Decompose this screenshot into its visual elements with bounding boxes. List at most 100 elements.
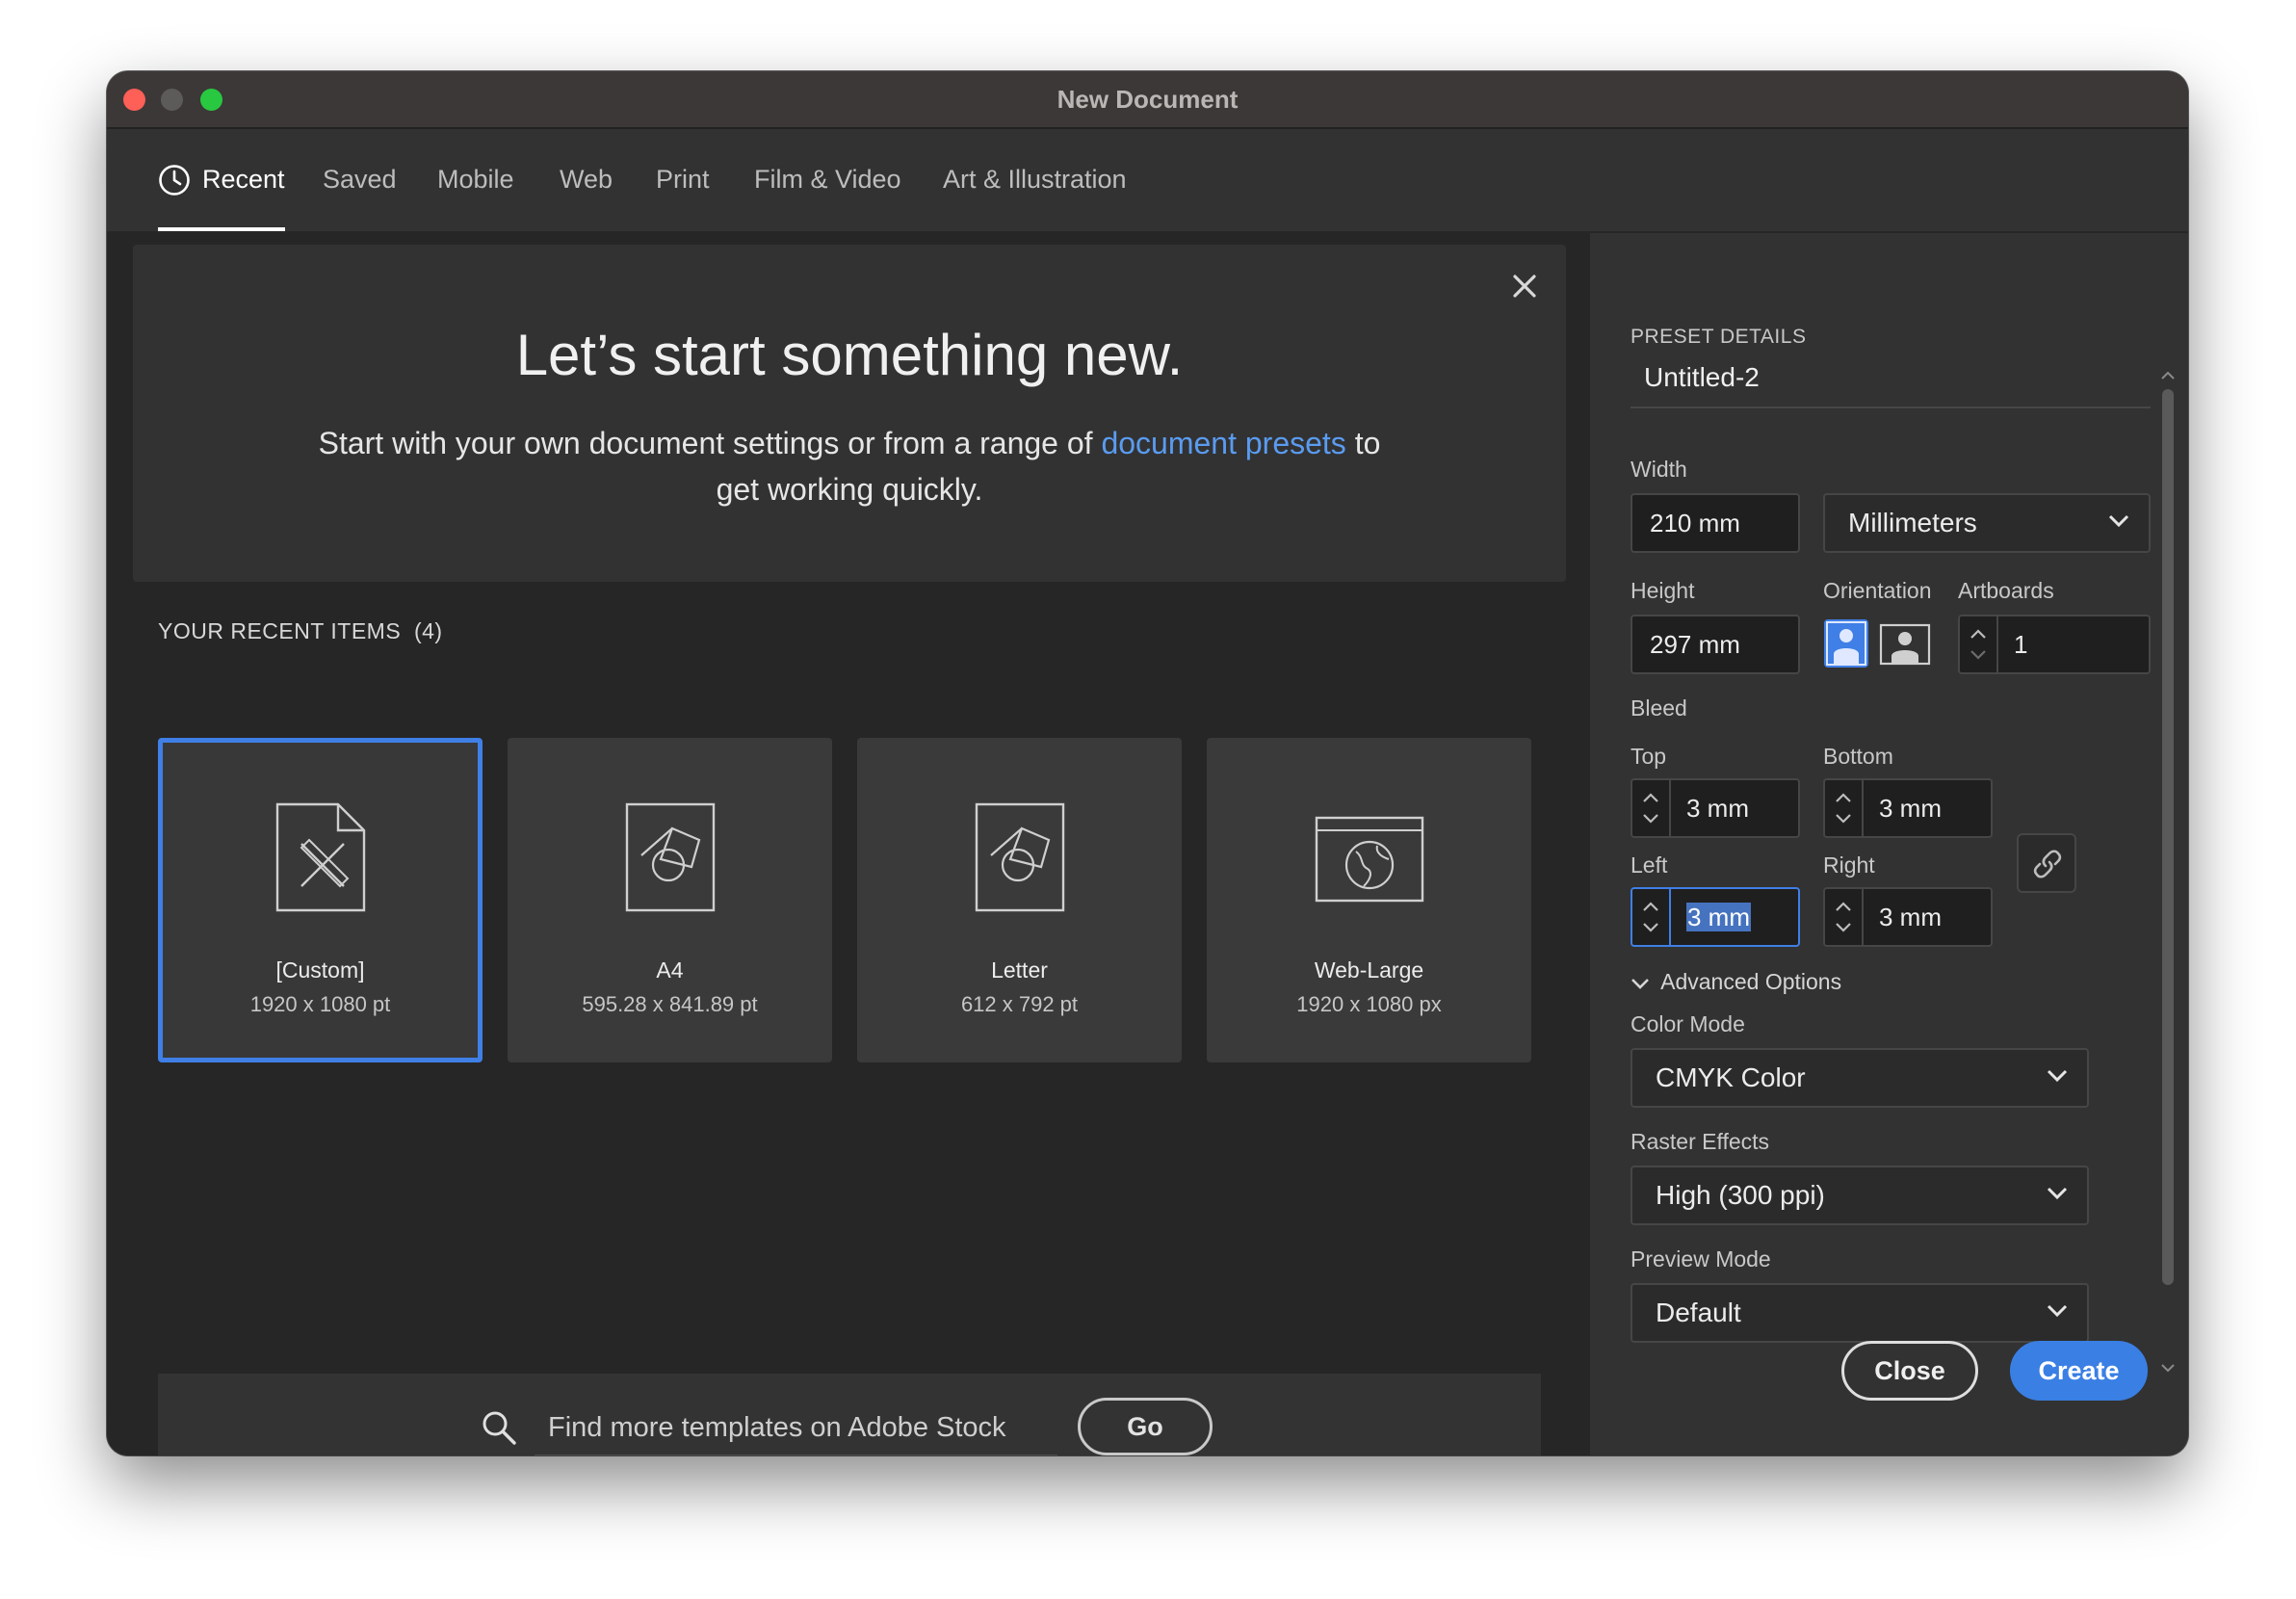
- recent-item-a4[interactable]: A4 595.28 x 841.89 pt: [508, 738, 832, 1062]
- close-icon[interactable]: [1508, 270, 1541, 302]
- document-presets-link[interactable]: document presets: [1101, 426, 1345, 460]
- preview-mode-value: Default: [1656, 1298, 1741, 1327]
- stepper-arrows[interactable]: [1960, 616, 1998, 672]
- stepper-arrows[interactable]: [1632, 889, 1671, 945]
- bleed-right-value[interactable]: 3 mm: [1879, 889, 1942, 945]
- height-field[interactable]: 297 mm: [1631, 615, 1800, 674]
- bleed-right-label: Right: [1823, 852, 1875, 878]
- recent-item-size: 1920 x 1080 px: [1296, 992, 1442, 1016]
- preview-mode-select[interactable]: Default: [1631, 1283, 2089, 1343]
- tab-art-illustration[interactable]: Art & Illustration: [943, 150, 1127, 208]
- bleed-top-value[interactable]: 3 mm: [1686, 780, 1749, 836]
- close-button[interactable]: Close: [1841, 1341, 1978, 1401]
- chevron-up-icon: [1836, 793, 1851, 802]
- tab-label: Recent: [202, 165, 285, 194]
- scroll-up-icon[interactable]: [2160, 370, 2176, 381]
- artboards-label: Artboards: [1958, 578, 2054, 603]
- landscape-orientation-button[interactable]: [1878, 619, 1932, 668]
- recent-item-size: 595.28 x 841.89 pt: [582, 992, 758, 1016]
- bleed-bottom-label: Bottom: [1823, 744, 1893, 769]
- go-button[interactable]: Go: [1078, 1398, 1213, 1455]
- stepper-arrows[interactable]: [1632, 780, 1671, 836]
- preview-mode-label: Preview Mode: [1631, 1246, 1771, 1271]
- link-icon: [2033, 850, 2062, 878]
- portrait-orientation-button[interactable]: [1824, 619, 1868, 668]
- bleed-left-stepper[interactable]: 3 mm: [1631, 887, 1800, 947]
- recent-item-web-large[interactable]: Web-Large 1920 x 1080 px: [1207, 738, 1531, 1062]
- recent-item-letter[interactable]: Letter 612 x 792 pt: [857, 738, 1182, 1062]
- raster-effects-value: High (300 ppi): [1656, 1180, 1825, 1210]
- bleed-top-stepper[interactable]: 3 mm: [1631, 778, 1800, 838]
- raster-effects-select[interactable]: High (300 ppi): [1631, 1166, 2089, 1225]
- width-label: Width: [1631, 457, 1687, 482]
- raster-effects-label: Raster Effects: [1631, 1129, 1770, 1154]
- preset-details-heading: PRESET DETAILS: [1631, 326, 1807, 348]
- recent-item-name: [Custom]: [275, 957, 365, 983]
- color-mode-label: Color Mode: [1631, 1011, 1745, 1036]
- chevron-down-icon: [1643, 814, 1658, 824]
- chevron-down-icon: [2047, 1069, 2068, 1083]
- stepper-arrows[interactable]: [1825, 780, 1864, 836]
- chevron-down-icon: [2108, 514, 2129, 528]
- stock-search-input[interactable]: Find more templates on Adobe Stock: [535, 1399, 1057, 1455]
- chevron-down-icon: [1836, 923, 1851, 932]
- width-field[interactable]: 210 mm: [1631, 493, 1800, 553]
- recent-item-custom[interactable]: [Custom] 1920 x 1080 pt: [158, 738, 483, 1062]
- scrollbar[interactable]: [2156, 370, 2179, 1374]
- scrollbar-thumb[interactable]: [2162, 389, 2174, 1285]
- chevron-down-icon: [2047, 1304, 2068, 1318]
- active-tab-indicator: [158, 227, 285, 231]
- advanced-options-toggle[interactable]: Advanced Options: [1631, 969, 1841, 995]
- recent-items-heading: YOUR RECENT ITEMS (4): [158, 618, 443, 644]
- bleed-label: Bleed: [1631, 695, 1687, 721]
- tab-recent[interactable]: Recent: [158, 150, 285, 231]
- portrait-icon: [1826, 621, 1866, 666]
- clock-icon: [159, 165, 190, 196]
- recent-item-name: Letter: [991, 957, 1048, 983]
- search-icon: [483, 1411, 516, 1445]
- artboards-stepper[interactable]: 1: [1958, 615, 2151, 674]
- tab-print[interactable]: Print: [656, 150, 710, 208]
- bleed-bottom-value[interactable]: 3 mm: [1879, 780, 1942, 836]
- recent-items-count: (4): [413, 618, 443, 643]
- chevron-up-icon: [1836, 902, 1851, 911]
- banner-text: Start with your own document settings or…: [318, 426, 1102, 460]
- adobe-stock-search-bar: Find more templates on Adobe Stock Go: [158, 1374, 1541, 1455]
- units-select[interactable]: Millimeters: [1823, 493, 2151, 553]
- units-value: Millimeters: [1848, 508, 1977, 537]
- tab-film-video[interactable]: Film & Video: [754, 150, 901, 208]
- chevron-down-icon: [1631, 979, 1649, 989]
- recent-item-size: 1920 x 1080 pt: [249, 992, 391, 1016]
- height-label: Height: [1631, 578, 1695, 603]
- orientation-label: Orientation: [1823, 578, 1932, 603]
- print-document-icon: [625, 802, 715, 912]
- stepper-arrows[interactable]: [1825, 889, 1864, 945]
- color-mode-select[interactable]: CMYK Color: [1631, 1048, 2089, 1108]
- bleed-right-stepper[interactable]: 3 mm: [1823, 887, 1993, 947]
- title-bar: New Document: [107, 71, 2188, 129]
- tab-saved[interactable]: Saved: [323, 150, 397, 208]
- create-button[interactable]: Create: [2010, 1341, 2148, 1401]
- link-bleed-button[interactable]: [2017, 833, 2076, 893]
- document-name-field[interactable]: Untitled-2: [1631, 353, 2151, 408]
- recent-item-name: A4: [656, 957, 684, 983]
- welcome-banner: Let’s start something new. Start with yo…: [133, 245, 1566, 582]
- category-tabs: Recent Saved Mobile Web Print Film & Vid…: [107, 129, 2188, 233]
- bleed-bottom-stepper[interactable]: 3 mm: [1823, 778, 1993, 838]
- bleed-left-value[interactable]: 3 mm: [1686, 889, 1751, 945]
- tab-web[interactable]: Web: [560, 150, 613, 208]
- chevron-up-icon: [1643, 902, 1658, 911]
- chevron-down-icon: [1643, 923, 1658, 932]
- advanced-options-label: Advanced Options: [1660, 969, 1842, 994]
- chevron-up-icon: [1970, 629, 1986, 639]
- artboards-value[interactable]: 1: [2014, 616, 2027, 672]
- recent-item-name: Web-Large: [1314, 957, 1424, 983]
- chevron-down-icon: [1836, 814, 1851, 824]
- bleed-top-label: Top: [1631, 744, 1667, 769]
- tab-mobile[interactable]: Mobile: [437, 150, 514, 208]
- print-document-icon: [975, 802, 1064, 912]
- scroll-down-icon[interactable]: [2160, 1362, 2176, 1374]
- preset-details-pane: PRESET DETAILS Untitled-2 Width 210 mm M…: [1591, 233, 2188, 1455]
- window-title: New Document: [1057, 85, 1239, 114]
- web-document-icon: [1315, 816, 1423, 903]
